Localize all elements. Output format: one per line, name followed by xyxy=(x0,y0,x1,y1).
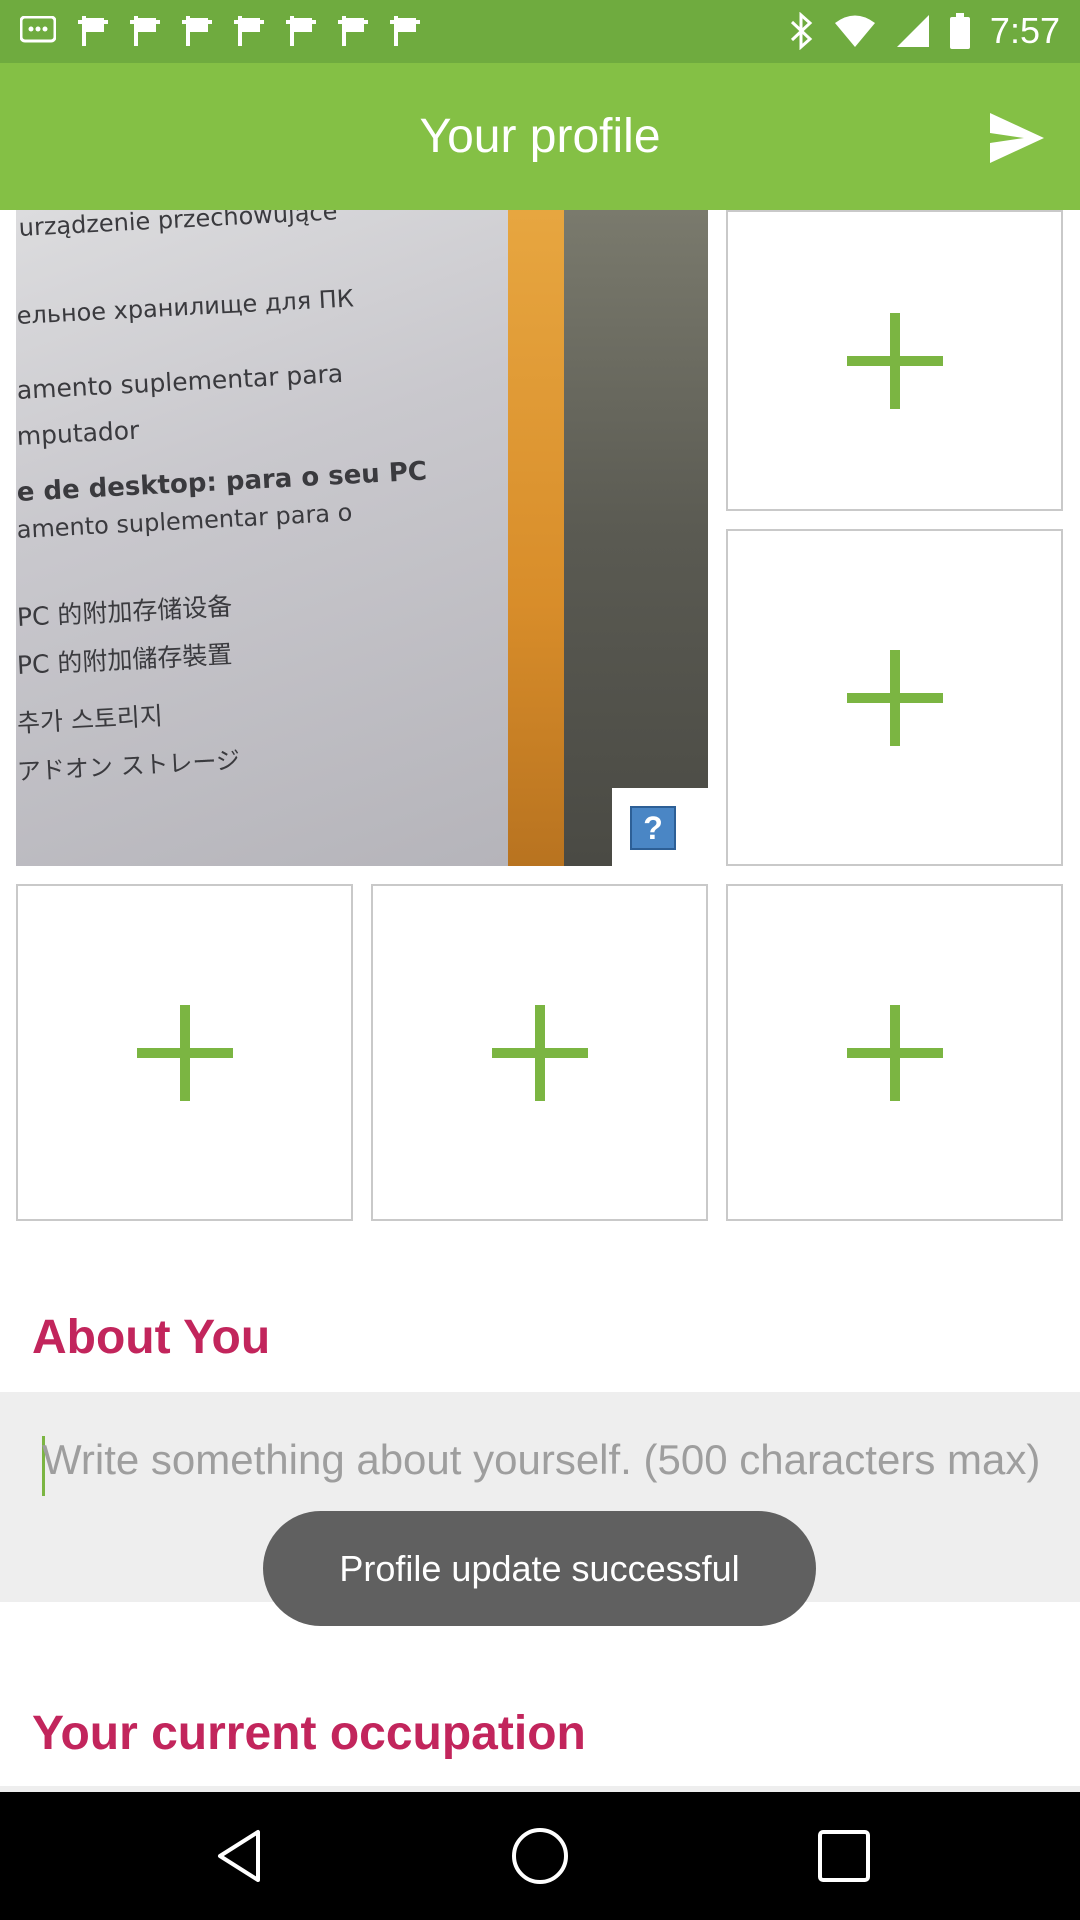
flag-icon xyxy=(130,16,160,46)
photo-shadow xyxy=(564,210,708,866)
flag-icon xyxy=(234,16,264,46)
flag-icon xyxy=(338,16,368,46)
status-bar: 7:57 xyxy=(0,0,1080,63)
help-icon[interactable]: ? xyxy=(630,806,676,850)
about-placeholder: Write something about yourself. (500 cha… xyxy=(42,1436,1041,1483)
flag-icon xyxy=(182,16,212,46)
add-photo-slot-5[interactable] xyxy=(726,884,1063,1221)
profile-photo-main[interactable]: urządzenie przechowujące ельное хранилищ… xyxy=(16,210,708,866)
photo-help-box[interactable]: ? xyxy=(612,788,708,866)
about-you-heading: About You xyxy=(32,1311,271,1364)
wifi-icon xyxy=(834,15,875,47)
signal-icon xyxy=(896,15,929,47)
bluetooth-icon xyxy=(790,12,813,50)
page-title: Your profile xyxy=(419,110,661,163)
plus-icon xyxy=(846,1004,943,1101)
flag-icon xyxy=(390,16,420,46)
photo-text-line: 추가 스토리지 xyxy=(16,701,164,738)
add-photo-slot-3[interactable] xyxy=(16,884,353,1221)
occupation-heading: Your current occupation xyxy=(32,1707,586,1760)
navigation-bar xyxy=(0,1792,1080,1920)
recents-icon[interactable] xyxy=(812,1824,876,1888)
add-photo-slot-2[interactable] xyxy=(726,529,1063,866)
app-bar: Your profile xyxy=(0,63,1080,210)
plus-icon xyxy=(136,1004,233,1101)
add-photo-slot-4[interactable] xyxy=(371,884,708,1221)
photo-stripe xyxy=(508,210,564,866)
flag-icon xyxy=(78,16,108,46)
flag-icon xyxy=(286,16,316,46)
status-time: 7:57 xyxy=(989,10,1060,51)
add-photo-slot-1[interactable] xyxy=(726,210,1063,511)
plus-icon xyxy=(846,312,943,409)
toast-message: Profile update successful xyxy=(263,1511,816,1626)
home-icon[interactable] xyxy=(508,1824,572,1888)
plus-icon xyxy=(846,649,943,746)
message-icon xyxy=(20,16,56,43)
back-icon[interactable] xyxy=(208,1824,272,1888)
send-icon[interactable] xyxy=(984,105,1050,171)
screen: 7:57 Your profile urządzenie przechowują… xyxy=(0,0,1080,1920)
plus-icon xyxy=(491,1004,588,1101)
battery-icon xyxy=(949,13,970,49)
